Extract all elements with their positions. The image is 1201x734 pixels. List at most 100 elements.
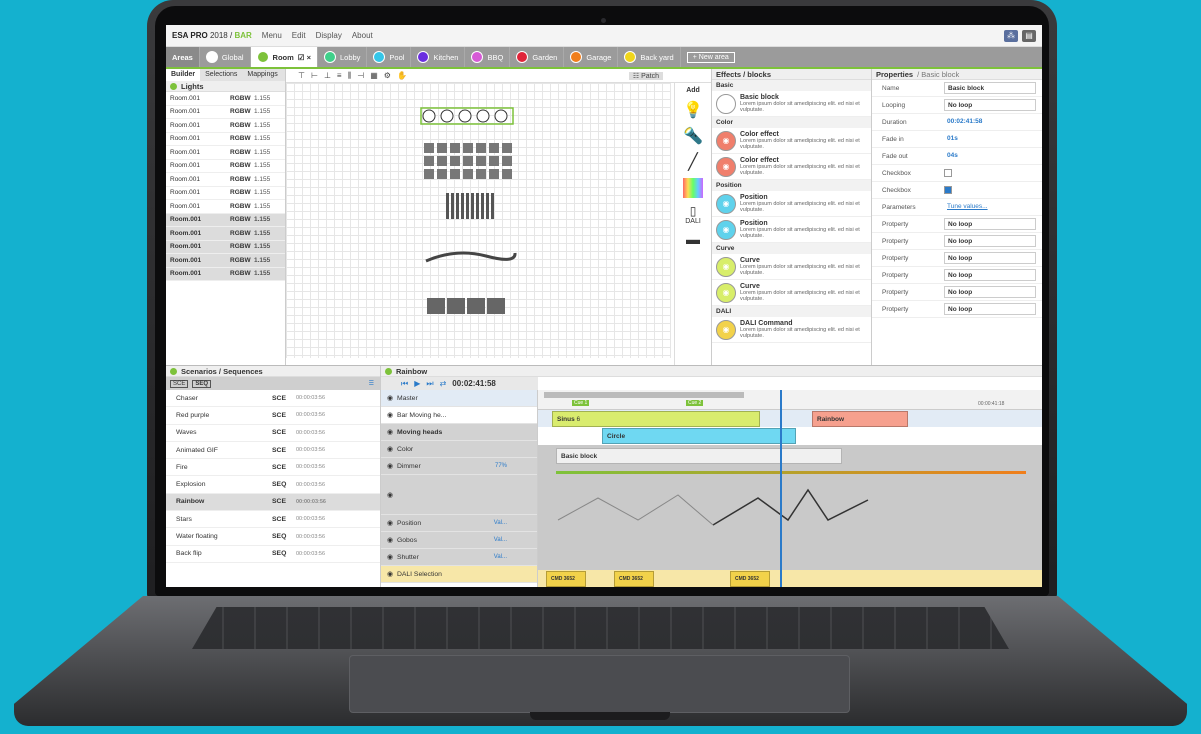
matrix-cell[interactable] [476, 143, 486, 153]
light-row[interactable]: Room.001 RGBW 1.155 [166, 227, 285, 241]
bar-fixture[interactable] [476, 193, 479, 219]
new-area-button[interactable]: + New area [686, 51, 735, 63]
patch-button[interactable]: ☷ Patch [628, 71, 663, 80]
eye-icon[interactable]: ◉ [387, 553, 393, 561]
property-select[interactable]: No loop [944, 286, 1036, 298]
distribute-icon[interactable]: ⫼ [348, 71, 352, 81]
effect-item[interactable]: ◉ Curve Lorem ipsum dolor sit amedipiscing… [712, 254, 871, 280]
scenario-row[interactable]: Red purple SCE 00:00:03:56 [166, 407, 380, 425]
align-icon[interactable]: ⊢ [311, 71, 318, 80]
area-tab[interactable]: BBQ [465, 47, 511, 67]
skip-back-icon[interactable]: ⏮ [401, 379, 408, 389]
track-row[interactable]: ◉ Bar Moving he... [381, 407, 537, 424]
list-view-icon[interactable]: ☰ [369, 380, 374, 387]
track-row[interactable]: ◉ Gobos Val... [381, 532, 537, 549]
light-row[interactable]: Room.001 RGBW 1.155 [166, 133, 285, 146]
light-row[interactable]: Room.001 RGBW 1.155 [166, 200, 285, 214]
scenario-row[interactable]: Fire SCE 00:00:03:56 [166, 459, 380, 477]
property-select[interactable]: No loop [944, 252, 1036, 264]
canvas-grid[interactable] [286, 83, 671, 358]
filter-seq[interactable]: SEQ [192, 379, 212, 388]
light-row[interactable]: Room.001 RGBW 1.155 [166, 92, 285, 106]
scenario-row[interactable]: Rainbow SCE 00:00:03:56 [166, 493, 380, 512]
bar-fixture[interactable] [491, 193, 494, 219]
matrix-cell[interactable] [463, 143, 473, 153]
property-select[interactable]: No loop [944, 218, 1036, 230]
sinus-block[interactable]: Sinus 6 [552, 411, 760, 427]
fixture-icon[interactable]: 🔦 [675, 126, 711, 146]
track-row[interactable]: ◉ Master [381, 390, 537, 407]
light-row[interactable]: Room.001 RGBW 1.155 [166, 119, 285, 133]
matrix-cell[interactable] [489, 169, 499, 179]
eye-icon[interactable]: ◉ [387, 462, 393, 470]
basic-block[interactable]: Basic block [556, 448, 842, 464]
effect-section-header[interactable]: Color [712, 117, 871, 128]
matrix-cell[interactable] [437, 156, 447, 166]
scenario-row[interactable]: Waves SCE 00:00:03:56 [166, 425, 380, 442]
scenario-row[interactable]: Chaser SCE 00:00:03:56 [166, 390, 380, 408]
effect-item[interactable]: ◉ Curve Lorem ipsum dolor sit amedipiscing… [712, 280, 871, 306]
bar-fixture[interactable] [481, 193, 484, 219]
track-row[interactable]: ◉ DALI Selection [381, 566, 537, 583]
matrix-cell[interactable] [450, 169, 460, 179]
track-row[interactable]: ◉ [381, 475, 537, 515]
dali-icon[interactable]: ▯ [675, 204, 711, 218]
cue-marker[interactable]: Cue 1 [572, 400, 590, 406]
circle-block[interactable]: Circle [602, 428, 796, 444]
matrix-cell[interactable] [502, 156, 512, 166]
matrix-cell[interactable] [463, 156, 473, 166]
property-select[interactable]: No loop [944, 99, 1036, 111]
eye-icon[interactable]: ◉ [387, 491, 393, 499]
matrix-cell[interactable] [476, 156, 486, 166]
matrix-icon[interactable] [683, 178, 703, 198]
matrix-cell[interactable] [424, 169, 434, 179]
folder-icon[interactable]: ▬ [675, 231, 711, 247]
grid-icon[interactable]: ▦ [370, 71, 378, 80]
eye-icon[interactable]: ◉ [387, 519, 393, 527]
area-tab[interactable]: Pool [367, 47, 412, 67]
bar-fixture[interactable] [446, 193, 449, 219]
align-icon[interactable]: ⊥ [324, 71, 331, 80]
track-value[interactable]: 77% [495, 463, 507, 469]
area-tab[interactable]: Global [200, 47, 251, 67]
track-row[interactable]: ◉ Shutter Val... [381, 549, 537, 566]
property-value[interactable]: Basic block [944, 82, 1036, 94]
eye-icon[interactable]: ◉ [387, 411, 393, 419]
scroll-range[interactable] [544, 392, 744, 398]
bar-fixture[interactable] [486, 193, 489, 219]
light-row[interactable]: Room.001 RGBW 1.155 [166, 187, 285, 200]
effect-section-header[interactable]: Basic [712, 80, 871, 91]
effect-section-header[interactable]: Position [712, 180, 871, 191]
timeline[interactable]: Cue 1 Cue 2 00:00:41:18 Sinus 6 Rainbow … [538, 390, 1042, 587]
light-row[interactable]: Room.001 RGBW 1.155 [166, 254, 285, 268]
scenario-row[interactable]: Stars SCE 00:00:03:56 [166, 511, 380, 529]
eye-icon[interactable]: ◉ [387, 445, 393, 453]
tune-values-link[interactable]: Tune values... [944, 201, 1036, 213]
scenario-row[interactable]: Water floating SEQ 00:00:03:56 [166, 528, 380, 546]
rainbow-block[interactable]: Rainbow [812, 411, 908, 427]
area-tab[interactable]: Lobby [318, 47, 368, 67]
eye-icon[interactable]: ◉ [387, 570, 393, 578]
strip-icon[interactable]: ╱ [675, 152, 711, 172]
menu-item[interactable]: Display [316, 31, 342, 40]
property-select[interactable]: No loop [944, 269, 1036, 281]
eye-icon[interactable]: ◉ [387, 428, 393, 436]
bar-fixture[interactable] [471, 193, 474, 219]
scenario-row[interactable]: Back flip SEQ 00:00:03:56 [166, 546, 380, 563]
matrix-cell[interactable] [502, 143, 512, 153]
property-checkbox[interactable] [944, 186, 952, 194]
bar-fixture[interactable] [456, 193, 459, 219]
matrix-cell[interactable] [437, 143, 447, 153]
device-icon[interactable]: ▤ [1022, 29, 1036, 42]
menu-item[interactable]: Edit [292, 31, 306, 40]
area-tab[interactable]: Room ☑ × [250, 47, 318, 67]
track-row[interactable]: ◉ Dimmer 77% [381, 458, 537, 475]
property-select[interactable]: No loop [944, 235, 1036, 247]
effect-section-header[interactable]: Curve [712, 243, 871, 254]
skip-forward-icon[interactable]: ⏭ [426, 379, 433, 389]
play-icon[interactable]: ▶ [414, 379, 420, 388]
effect-item[interactable]: ◉ Position Lorem ipsum dolor sit amedipisc… [712, 217, 871, 243]
panel-fixture[interactable] [487, 298, 505, 314]
effect-item[interactable]: ◉ Color effect Lorem ipsum dolor sit amedi… [712, 154, 871, 180]
light-row[interactable]: Room.001 RGBW 1.155 [166, 267, 285, 281]
